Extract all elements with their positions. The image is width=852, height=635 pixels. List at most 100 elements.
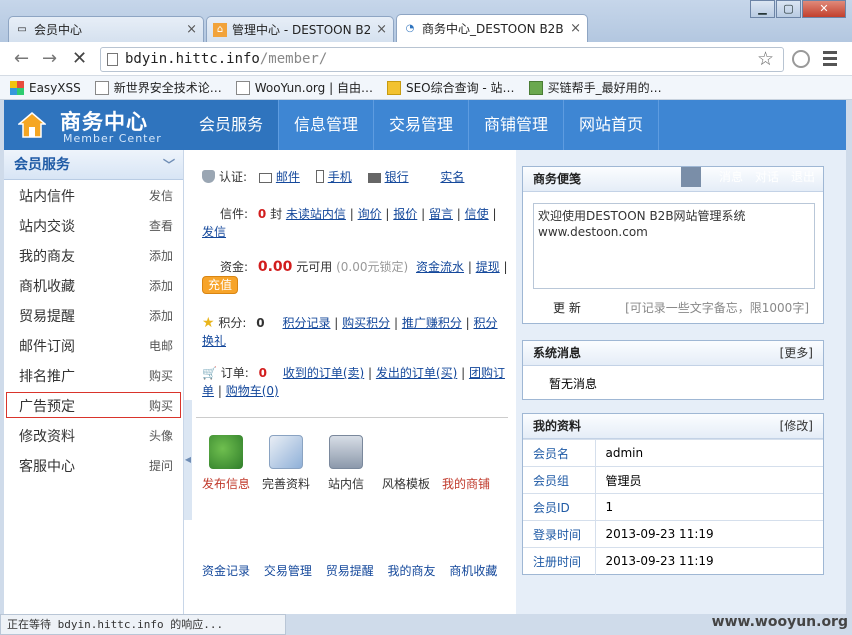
order-row: 🛒 订单: 0 收到的订单(卖) | 发出的订单(买) | 团购订单 | 购物车… (202, 366, 505, 398)
shopping-cart-link[interactable]: 购物车(0) (226, 384, 279, 398)
sidebar-item-label[interactable]: 商机收藏 (19, 276, 75, 296)
nav-info-management[interactable]: 信息管理 (279, 100, 374, 150)
courier-link[interactable]: 信使 (465, 207, 489, 221)
sidebar-item-action[interactable]: 电邮 (149, 337, 173, 354)
tab-admin-center[interactable]: ⌂ 管理中心 - DESTOON B2B网 × (206, 16, 394, 42)
quick-profile[interactable]: 完善资料 (256, 435, 316, 492)
quick-template[interactable]: 风格模板 (376, 435, 436, 492)
close-icon[interactable]: × (186, 22, 197, 37)
sidebar-item-action[interactable]: 查看 (149, 217, 173, 234)
trade-alerts-link[interactable]: 贸易提醒 (326, 564, 374, 578)
phone-icon (315, 170, 324, 183)
buy-points-link[interactable]: 购买积分 (342, 316, 390, 330)
bookmark-item[interactable]: SEO综合查询 - 站… (386, 79, 515, 96)
sidebar-item-ranking[interactable]: 排名推广 购买 (4, 360, 183, 390)
auth-realname-link[interactable]: 实名 (440, 170, 464, 184)
sidebar-collapse-handle[interactable]: ◀ (184, 400, 192, 520)
quick-publish[interactable]: 发布信息 (196, 435, 256, 492)
quick-mailbox[interactable]: 站内信 (316, 435, 376, 492)
chat-link[interactable]: 对话 (755, 165, 779, 189)
bookmark-item[interactable]: 买链帮手_最好用的… (528, 79, 662, 96)
send-message-link[interactable]: 发信 (202, 225, 226, 239)
quote-link[interactable]: 报价 (393, 207, 417, 221)
sidebar-item-action[interactable]: 购买 (149, 367, 173, 384)
withdraw-link[interactable]: 提现 (476, 260, 500, 274)
edit-profile-link[interactable]: [修改] (780, 414, 813, 438)
fund-records-link[interactable]: 资金记录 (202, 564, 250, 578)
fund-row: 资金: 0.00 元可用 (0.00元锁定) 资金流水 | 提现 | 充值 (202, 258, 508, 294)
close-icon[interactable]: × (570, 21, 581, 36)
sidebar-item-action[interactable]: 添加 (149, 277, 173, 294)
received-orders-link[interactable]: 收到的订单(卖) (283, 366, 364, 380)
address-bar[interactable]: bdyin.hittc.info/member/ (100, 47, 784, 72)
sidebar-item-label[interactable]: 站内交谈 (19, 216, 75, 236)
sidebar-header[interactable]: 会员服务 ﹀ (4, 150, 183, 180)
bookmark-item[interactable]: WooYun.org | 自由… (235, 79, 373, 96)
sidebar-item-messages[interactable]: 站内信件 发信 (4, 180, 183, 210)
sidebar-item-label[interactable]: 广告预定 (19, 396, 75, 416)
earn-points-link[interactable]: 推广赚积分 (402, 316, 462, 330)
unread-messages-link[interactable]: 未读站内信 (286, 207, 346, 221)
nav-shop-management[interactable]: 商铺管理 (469, 100, 564, 150)
favorites-link[interactable]: 商机收藏 (449, 564, 497, 578)
sidebar-item-label[interactable]: 邮件订阅 (19, 336, 75, 356)
update-memo-button[interactable]: 更 新 (553, 299, 581, 316)
avatar[interactable] (680, 167, 701, 187)
tab-business-center[interactable]: ◔ 商务中心_DESTOON B2B网站 × (396, 14, 588, 42)
window-close-icon[interactable]: ✕ (802, 0, 846, 18)
auth-phone-link[interactable]: 手机 (328, 170, 352, 184)
sidebar-item-support[interactable]: 客服中心 提问 (4, 450, 183, 480)
forward-arrow-icon[interactable]: → (42, 48, 57, 69)
fund-history-link[interactable]: 资金流水 (416, 260, 464, 274)
auth-email-link[interactable]: 邮件 (276, 170, 300, 184)
stop-icon[interactable]: ✕ (72, 48, 87, 69)
minimize-icon[interactable]: ▁ (750, 0, 775, 18)
chevron-down-icon[interactable]: ﹀ (163, 150, 175, 180)
sidebar-item-ad-booking[interactable]: 广告预定 购买 (4, 390, 183, 420)
bookmark-star-icon[interactable]: ☆ (757, 48, 774, 70)
trade-management-link[interactable]: 交易管理 (264, 564, 312, 578)
sidebar-item-action[interactable]: 头像 (149, 427, 173, 444)
quick-shop[interactable]: 我的商铺 (436, 435, 496, 492)
sidebar-item-action[interactable]: 购买 (149, 397, 173, 414)
sidebar-item-action[interactable]: 添加 (149, 247, 173, 264)
sidebar-item-chat[interactable]: 站内交谈 查看 (4, 210, 183, 240)
logout-link[interactable]: 退出 (791, 165, 815, 189)
sidebar-item-label[interactable]: 排名推广 (19, 366, 75, 386)
auth-bank-link[interactable]: 银行 (385, 170, 409, 184)
sidebar-item-action[interactable]: 提问 (149, 457, 173, 474)
maximize-icon[interactable]: ▢ (776, 0, 801, 18)
my-friends-link[interactable]: 我的商友 (388, 564, 436, 578)
menu-icon[interactable] (823, 51, 837, 69)
bookmark-item[interactable]: EasyXSS (10, 80, 81, 95)
sidebar-item-label[interactable]: 贸易提醒 (19, 306, 75, 326)
sidebar-item-edit-profile[interactable]: 修改资料 头像 (4, 420, 183, 450)
sidebar-item-alerts[interactable]: 贸易提醒 添加 (4, 300, 183, 330)
sidebar-item-subscriptions[interactable]: 邮件订阅 电邮 (4, 330, 183, 360)
more-messages-link[interactable]: [更多] (780, 341, 813, 365)
recharge-button[interactable]: 充值 (202, 276, 239, 294)
inquiry-link[interactable]: 询价 (358, 207, 382, 221)
sidebar-item-label[interactable]: 客服中心 (19, 456, 75, 476)
sent-orders-link[interactable]: 发出的订单(买) (376, 366, 457, 380)
extension-icon[interactable] (792, 50, 810, 68)
logo[interactable]: 商务中心 Member Center (4, 100, 184, 150)
nav-site-home[interactable]: 网站首页 (564, 100, 659, 150)
back-arrow-icon[interactable]: ← (14, 48, 29, 69)
memo-textarea[interactable]: 欢迎使用DESTOON B2B网站管理系统www.destoon.com (533, 203, 815, 289)
sidebar-item-action[interactable]: 发信 (149, 187, 173, 204)
bookmark-item[interactable]: 新世界安全技术论… (94, 79, 222, 96)
points-history-link[interactable]: 积分记录 (282, 316, 330, 330)
tab-member-center[interactable]: ▭ 会员中心 × (8, 16, 204, 42)
sidebar-item-label[interactable]: 修改资料 (19, 426, 75, 446)
comment-link[interactable]: 留言 (429, 207, 453, 221)
sidebar-item-label[interactable]: 我的商友 (19, 246, 75, 266)
sidebar-item-action[interactable]: 添加 (149, 307, 173, 324)
sidebar-item-label[interactable]: 站内信件 (19, 186, 75, 206)
nav-trade-management[interactable]: 交易管理 (374, 100, 469, 150)
sidebar-item-favorites[interactable]: 商机收藏 添加 (4, 270, 183, 300)
close-icon[interactable]: × (376, 22, 387, 37)
nav-member-services[interactable]: 会员服务 (184, 100, 279, 150)
messages-link[interactable]: 消息 (719, 165, 743, 189)
sidebar-item-friends[interactable]: 我的商友 添加 (4, 240, 183, 270)
